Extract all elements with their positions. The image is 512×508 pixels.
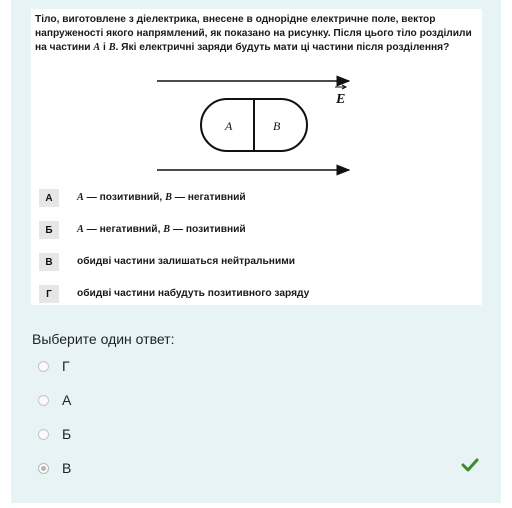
option-letter-a: А xyxy=(39,189,59,207)
answer-label: В xyxy=(62,460,72,476)
option-letter-b: Б xyxy=(39,221,59,239)
answer-option-a[interactable]: А xyxy=(38,392,71,408)
answer-option-b[interactable]: Б xyxy=(38,426,71,442)
answer-label: Г xyxy=(62,358,70,374)
answer-label: А xyxy=(62,392,72,408)
option-letter-v: В xyxy=(39,253,59,271)
radio-button[interactable] xyxy=(38,360,49,372)
label-a: A xyxy=(224,119,233,133)
field-label: E xyxy=(335,92,345,107)
question-image: Тіло, виготовлене з діелектрика, внесене… xyxy=(31,9,482,305)
answer-label: Б xyxy=(62,426,72,442)
option-text-g: обидві частини набудуть позитивного заря… xyxy=(77,288,310,299)
checkmark-icon xyxy=(461,458,479,472)
radio-button[interactable] xyxy=(38,428,49,440)
option-letter-g: Г xyxy=(39,285,59,303)
answer-option-g[interactable]: Г xyxy=(38,358,70,374)
radio-button[interactable] xyxy=(38,394,49,406)
option-text-a: A — позитивний, B — негативний xyxy=(77,192,246,203)
option-text-v: обидві частини залишаться нейтральними xyxy=(77,256,296,267)
answer-prompt: Выберите один ответ: xyxy=(32,331,175,347)
label-b: B xyxy=(273,119,281,133)
answer-option-v[interactable]: В xyxy=(38,460,71,476)
radio-button-selected[interactable] xyxy=(38,462,49,474)
option-text-b: A — негативний, B — позитивний xyxy=(77,224,246,235)
